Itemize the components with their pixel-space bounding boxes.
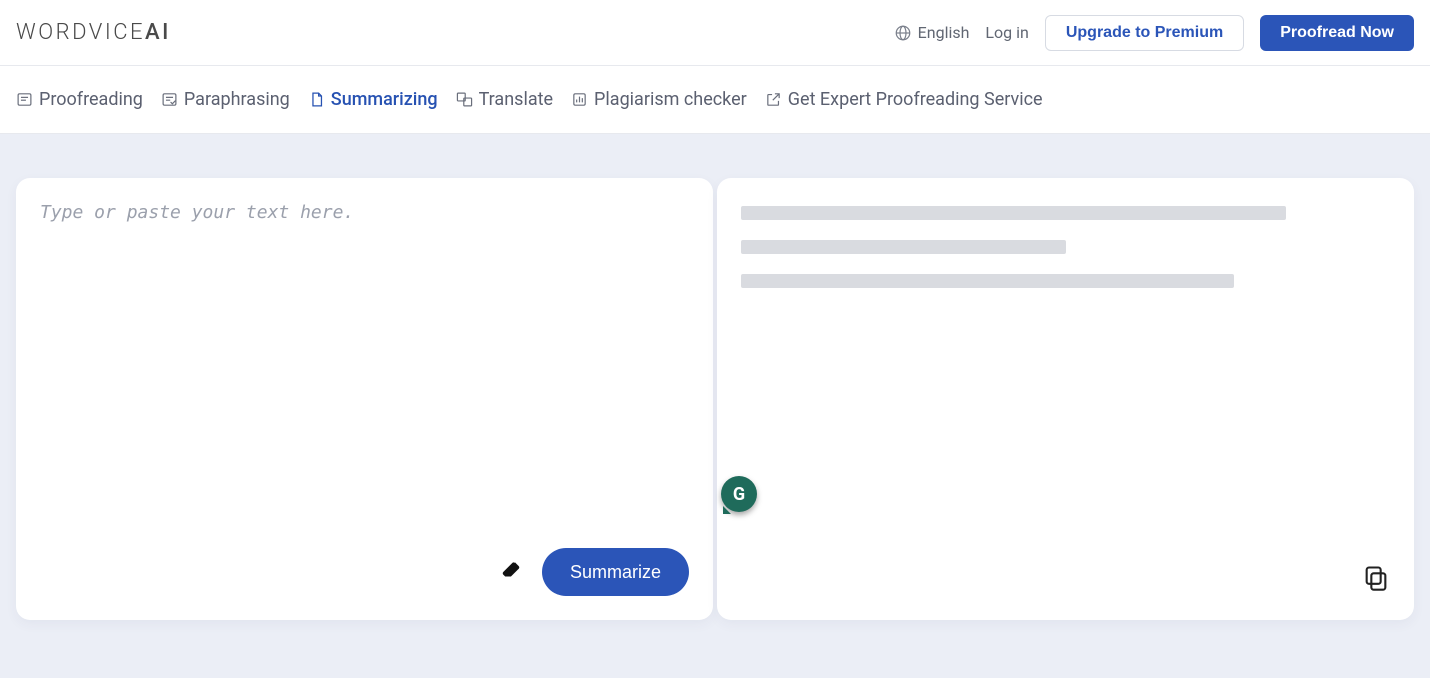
tab-proofreading[interactable]: Proofreading xyxy=(16,83,143,116)
tool-tabs: Proofreading Paraphrasing Summarizing Tr… xyxy=(0,66,1430,134)
grammarly-letter: G xyxy=(733,484,745,505)
tab-label: Paraphrasing xyxy=(184,89,290,110)
plagiarism-icon xyxy=(571,91,588,108)
header-right: English Log in Upgrade to Premium Proofr… xyxy=(894,15,1414,51)
skeleton-line xyxy=(741,274,1234,288)
proofreading-icon xyxy=(16,91,33,108)
skeleton-line xyxy=(741,206,1286,220)
output-skeleton xyxy=(741,206,1390,288)
tab-label: Translate xyxy=(479,89,553,110)
tab-paraphrasing[interactable]: Paraphrasing xyxy=(161,83,290,116)
output-panel: G xyxy=(717,178,1414,620)
tab-label: Proofreading xyxy=(39,89,143,110)
tab-expert-service[interactable]: Get Expert Proofreading Service xyxy=(765,83,1043,116)
copy-icon xyxy=(1362,564,1390,592)
brand-suffix: AI xyxy=(145,20,171,45)
brand-logo[interactable]: WORDVICEAI xyxy=(16,20,171,45)
tab-translate[interactable]: Translate xyxy=(456,83,553,116)
tab-plagiarism[interactable]: Plagiarism checker xyxy=(571,83,747,116)
tab-label: Get Expert Proofreading Service xyxy=(788,89,1043,110)
summarize-button[interactable]: Summarize xyxy=(542,548,689,596)
tab-summarizing[interactable]: Summarizing xyxy=(308,83,438,116)
tab-label: Summarizing xyxy=(331,89,438,110)
copy-button[interactable] xyxy=(1362,564,1390,596)
workspace: Summarize G xyxy=(0,134,1430,678)
summarizing-icon xyxy=(308,91,325,108)
input-panel: Summarize xyxy=(16,178,713,620)
translate-icon xyxy=(456,91,473,108)
proofread-now-button[interactable]: Proofread Now xyxy=(1260,15,1414,51)
tab-label: Plagiarism checker xyxy=(594,89,747,110)
brand-name: WORDVICE xyxy=(16,20,145,45)
skeleton-line xyxy=(741,240,1066,254)
erase-button[interactable] xyxy=(500,559,522,585)
eraser-icon xyxy=(500,559,522,581)
language-label: English xyxy=(918,23,970,42)
input-actions: Summarize xyxy=(40,548,689,596)
paraphrasing-icon xyxy=(161,91,178,108)
grammarly-badge[interactable]: G xyxy=(721,476,757,512)
external-link-icon xyxy=(765,91,782,108)
upgrade-button[interactable]: Upgrade to Premium xyxy=(1045,15,1244,51)
text-input[interactable] xyxy=(40,202,689,536)
globe-icon xyxy=(894,24,912,42)
app-header: WORDVICEAI English Log in Upgrade to Pre… xyxy=(0,0,1430,66)
login-link[interactable]: Log in xyxy=(985,23,1028,42)
language-selector[interactable]: English xyxy=(894,23,970,42)
